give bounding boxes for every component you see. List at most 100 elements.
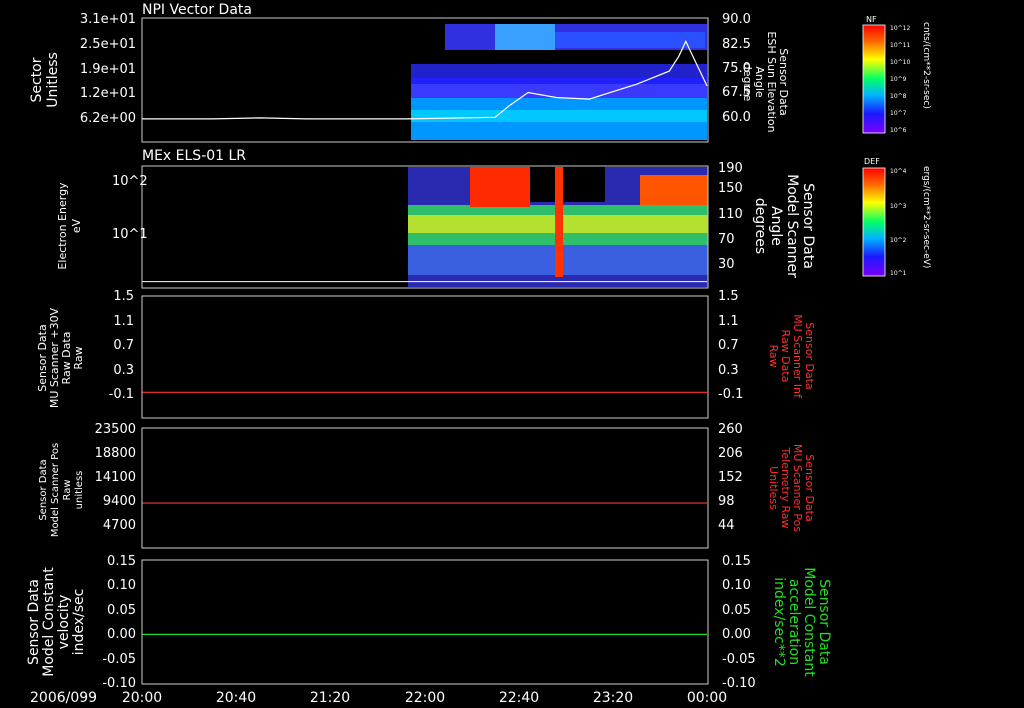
panel-title: NPI Vector Data	[142, 2, 252, 18]
heatmap-hot-left	[470, 167, 530, 207]
axis-label-line: Sensor Data	[38, 459, 49, 520]
colorbar-tick: 10^1	[890, 270, 907, 277]
tick-label: 0.10	[722, 578, 751, 593]
tick-label: 3.1e+01	[80, 12, 136, 27]
tick-label: 2.5e+01	[80, 37, 136, 52]
axis-label-line: Electron Energy	[56, 182, 69, 270]
x-tick-labels: 20:00 20:40 21:20 22:00 22:40 23:20 00:0…	[122, 690, 727, 706]
panel-model-constant: 0.15 0.10 0.05 0.00 -0.05 -0.10 0.15 0.1…	[26, 554, 832, 691]
colorbar-nf: NF 10^12 10^11 10^10 10^9 10^8 10^7 10^6…	[862, 15, 931, 134]
axis-label-line: Raw	[72, 346, 85, 369]
y-axis-label-left: Sensor Data MU Scanner +30V Raw Data Raw	[36, 307, 85, 408]
x-tick-label: 22:00	[405, 690, 445, 706]
x-axis: 2006/099 20:00 20:40 21:20 22:00 22:40 2…	[30, 690, 727, 706]
axis-label-line: Unitless	[45, 52, 61, 108]
tick-label: 18800	[95, 446, 136, 461]
tick-label: 30	[718, 257, 735, 272]
y-axis-label-right: Sensor Data Model Constant acceleration …	[771, 567, 832, 677]
panel-frame	[141, 559, 709, 685]
tick-label: 0.00	[107, 627, 136, 642]
panel-frame	[141, 427, 709, 549]
panel-scanner-position: 23500 18800 14100 9400 4700 260 206 152 …	[38, 422, 816, 549]
axis-label-line: Sensor Data	[816, 579, 832, 665]
tick-label: 1.5	[718, 289, 739, 304]
tick-label: 60.0	[722, 110, 751, 125]
tick-label: 0.3	[718, 363, 739, 378]
axis-label-line: Raw	[767, 344, 780, 367]
tick-label: -0.10	[722, 676, 756, 691]
tick-label: 150	[718, 181, 743, 196]
tick-label: 0.15	[107, 554, 136, 569]
tick-label: 98	[718, 494, 735, 509]
tick-label: 0.00	[722, 627, 751, 642]
axis-label-line: Sensor Data	[26, 579, 42, 665]
tick-label: -0.1	[109, 387, 134, 402]
x-tick-label: 23:20	[593, 690, 633, 706]
tick-label: 6.2e+00	[80, 111, 136, 126]
axis-label-line: degree	[741, 63, 754, 102]
heatmap-spike	[555, 167, 563, 277]
y-ticks-left: 0.15 0.10 0.05 0.00 -0.05 -0.10	[102, 554, 136, 691]
colorbar-tick: 10^6	[890, 127, 907, 134]
colorbar-title: NF	[866, 15, 877, 24]
tick-label: 0.05	[722, 603, 751, 618]
tick-label: 9400	[103, 494, 136, 509]
x-tick-label: 22:40	[499, 690, 539, 706]
y-ticks-right: 1.5 1.1 0.7 0.3 -0.1	[718, 289, 743, 402]
colorbar-ticks: 10^4 10^3 10^2 10^1	[890, 168, 907, 277]
colorbar-tick: 10^7	[890, 110, 907, 117]
axis-label-line: Model Scanner Pos	[50, 443, 61, 537]
axis-label-line: Model Scanner	[784, 174, 800, 278]
y-axis-label-right: Sensor Data MU Scanner Pos Telemetry Raw…	[767, 444, 816, 533]
panel-mex-els: MEx ELS-01 LR 10^2 10^1 190 150 110 70 3…	[56, 148, 816, 289]
tick-label: 152	[718, 470, 743, 485]
tick-label: 190	[718, 161, 743, 176]
tick-label: 44	[718, 518, 735, 533]
axis-label-line: Model Constant	[41, 567, 57, 677]
axis-label-line: acceleration	[786, 579, 802, 665]
y-axis-label-right: Sensor Data MU Scanner Inf Raw Data Raw	[767, 314, 816, 399]
y-axis-label-left: Electron Energy eV	[56, 182, 83, 270]
tick-label: 1.2e+01	[80, 86, 136, 101]
heatmap-els	[408, 167, 708, 287]
colorbar-tick: 10^8	[890, 93, 907, 100]
tick-label: -0.1	[718, 387, 743, 402]
tick-label: 1.9e+01	[80, 62, 136, 77]
tick-label: 14100	[95, 470, 136, 485]
colorbar-tick: 10^3	[890, 203, 907, 210]
y-ticks-left: 1.5 1.1 0.7 0.3 -0.1	[109, 289, 134, 402]
colorbar-title: DEF	[864, 157, 880, 166]
panel-frame	[141, 295, 709, 419]
colorbar-tick: 10^9	[890, 76, 907, 83]
y-ticks-left: 23500 18800 14100 9400 4700	[95, 422, 136, 533]
colorbar-ticks: 10^12 10^11 10^10 10^9 10^8 10^7 10^6	[890, 25, 910, 134]
axis-label-line: Unitless	[767, 466, 780, 510]
x-tick-label: 20:40	[216, 690, 256, 706]
panel-title: MEx ELS-01 LR	[142, 148, 246, 164]
tick-label: 1.1	[113, 314, 134, 329]
heatmap-band-mid2	[411, 84, 707, 98]
tick-label: 0.3	[113, 363, 134, 378]
tick-label: 206	[718, 446, 743, 461]
tick-label: 4700	[103, 518, 136, 533]
tick-label: 0.7	[718, 338, 739, 353]
y-axis-label-left: Sensor Data Model Scanner Pos Raw unitle…	[38, 443, 85, 537]
y-ticks-right: 260 206 152 98 44	[718, 422, 743, 533]
tick-label: -0.10	[102, 676, 136, 691]
heatmap-band-low2	[411, 110, 707, 122]
colorbar-tick: 10^4	[890, 168, 907, 175]
tick-label: 10^1	[112, 227, 148, 242]
axis-label-line: degrees	[752, 198, 768, 254]
axis-label-line: Sector	[29, 57, 45, 102]
tick-label: 0.10	[107, 578, 136, 593]
axis-label-line: unitless	[74, 471, 85, 510]
tick-label: 110	[718, 207, 743, 222]
axis-label-line: Angle	[768, 206, 784, 246]
tick-label: 1.1	[718, 314, 739, 329]
colorbar-gradient	[862, 167, 886, 277]
tick-label: 0.05	[107, 603, 136, 618]
colorbar-tick: 10^12	[890, 25, 910, 32]
tick-label: 0.7	[113, 338, 134, 353]
heatmap-band-upper	[555, 32, 705, 48]
axis-label-line: index/sec	[71, 589, 87, 656]
